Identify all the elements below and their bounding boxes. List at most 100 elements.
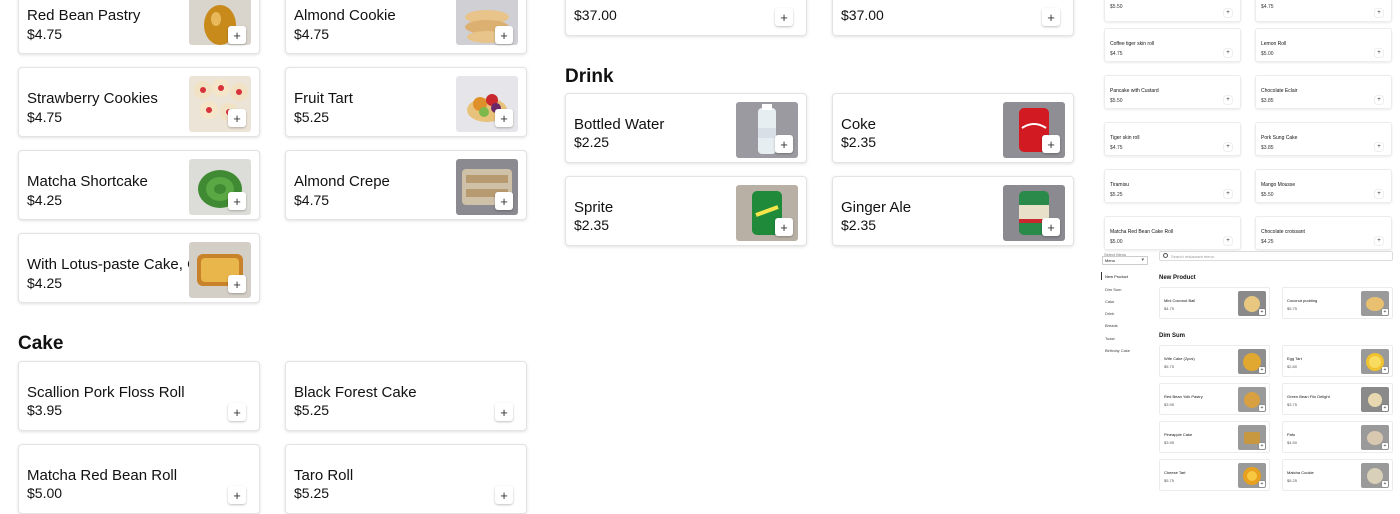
menu-item-card[interactable]: Strawberry Cookies $4.75 + <box>18 67 260 137</box>
tiny-menu-item[interactable]: Mini Coconut Ball $4.75 + <box>1159 287 1270 319</box>
item-name: Coke <box>841 116 877 133</box>
add-to-cart-button[interactable]: + <box>1224 190 1232 198</box>
menu-item-card[interactable]: With Lotus-paste Cake, Cake $4.25 + <box>18 233 260 303</box>
mini-menu-item[interactable]: Pork Sung Cake $3.85 + <box>1255 122 1392 156</box>
add-to-cart-button[interactable]: + <box>775 135 793 153</box>
add-to-cart-button[interactable]: + <box>1224 49 1232 57</box>
add-to-cart-button[interactable]: + <box>1259 481 1265 487</box>
menu-item-card[interactable]: $37.00 + <box>565 0 807 36</box>
nav-item-toast[interactable]: Toast <box>1105 336 1115 341</box>
menu-item-card[interactable]: Almond Crepe $4.75 + <box>285 150 527 220</box>
menu-item-card[interactable]: Taro Roll $5.25 + <box>285 444 527 514</box>
add-to-cart-button[interactable]: + <box>1382 309 1388 315</box>
item-name: Coffee tiger skin roll <box>1110 41 1155 47</box>
tiny-menu-item[interactable]: Pafu $4.50 + <box>1282 421 1393 453</box>
section-title-new-product: New Product <box>1159 275 1196 281</box>
add-to-cart-button[interactable]: + <box>495 486 513 504</box>
mini-menu-item[interactable]: Coffee tiger skin roll $4.75 + <box>1104 28 1241 62</box>
menu-item-card[interactable]: Black Forest Cake $5.25 + <box>285 361 527 431</box>
menu-item-card[interactable]: Matcha Shortcake $4.25 + <box>18 150 260 220</box>
item-price: $3.95 <box>1164 440 1175 445</box>
item-price: $5.25 <box>1287 478 1298 483</box>
add-to-cart-button[interactable]: + <box>1375 96 1383 104</box>
add-to-cart-button[interactable]: + <box>228 403 246 421</box>
add-to-cart-button[interactable]: + <box>228 109 246 127</box>
add-to-cart-button[interactable]: + <box>1382 481 1388 487</box>
add-to-cart-button[interactable]: + <box>495 403 513 421</box>
tiny-menu-item[interactable]: Pineapple Cake $3.95 + <box>1159 421 1270 453</box>
mini-menu-item[interactable]: Pancake with Custard $5.50 + <box>1104 75 1241 109</box>
mini-menu-item[interactable]: Matcha Red Bean Cake Roll $5.00 + <box>1104 216 1241 250</box>
add-to-cart-button[interactable]: + <box>1375 237 1383 245</box>
item-price: $37.00 <box>841 7 884 23</box>
add-to-cart-button[interactable]: + <box>775 8 793 26</box>
add-to-cart-button[interactable]: + <box>1375 190 1383 198</box>
add-to-cart-button[interactable]: + <box>1382 443 1388 449</box>
menu-item-card[interactable]: Matcha Red Bean Roll $5.00 + <box>18 444 260 514</box>
add-to-cart-button[interactable]: + <box>228 486 246 504</box>
mini-menu-item[interactable]: Chocolate Eclair $3.85 + <box>1255 75 1392 109</box>
menu-select[interactable]: Menu ▾ <box>1102 256 1148 265</box>
mini-menu-item[interactable]: $4.75 + <box>1255 0 1392 22</box>
mini-menu-item[interactable]: Chocolate croissant $4.25 + <box>1255 216 1392 250</box>
tiny-menu-item[interactable]: Green Bean Filo Delight $3.75 + <box>1282 383 1393 415</box>
nav-item-drink[interactable]: Drink <box>1105 311 1114 316</box>
mini-menu-item[interactable]: $5.50 + <box>1104 0 1241 22</box>
add-to-cart-button[interactable]: + <box>228 192 246 210</box>
menu-item-card[interactable]: Ginger Ale $2.35 + <box>832 176 1074 246</box>
menu-item-card[interactable]: Fruit Tart $5.25 + <box>285 67 527 137</box>
add-to-cart-button[interactable]: + <box>1224 237 1232 245</box>
add-to-cart-button[interactable]: + <box>1382 405 1388 411</box>
add-to-cart-button[interactable]: + <box>1259 309 1265 315</box>
menu-item-card[interactable]: $37.00 + <box>832 0 1074 36</box>
mini-menu-item[interactable]: Tiramisu $5.25 + <box>1104 169 1241 203</box>
tiny-menu-item[interactable]: Wife Cake (2pcs) $5.75 + <box>1159 345 1270 377</box>
add-to-cart-button[interactable]: + <box>1375 143 1383 151</box>
menu-item-card[interactable]: Sprite $2.35 + <box>565 176 807 246</box>
mini-menu-item[interactable]: Tiger skin roll $4.75 + <box>1104 122 1241 156</box>
add-to-cart-button[interactable]: + <box>1259 367 1265 373</box>
item-name: Coconut pudding <box>1287 298 1318 303</box>
item-price: $4.75 <box>1110 51 1123 57</box>
nav-item-birthday-cake[interactable]: Birthday Cake <box>1105 348 1130 353</box>
item-name: Almond Cookie <box>294 7 396 24</box>
item-price: $5.50 <box>1261 192 1274 198</box>
add-to-cart-button[interactable]: + <box>775 218 793 236</box>
tiny-menu-item[interactable]: Matcha Cookie $5.25 + <box>1282 459 1393 491</box>
add-to-cart-button[interactable]: + <box>1375 9 1383 17</box>
add-to-cart-button[interactable]: + <box>1224 9 1232 17</box>
menu-item-card[interactable]: Red Bean Pastry $4.75 + <box>18 0 260 54</box>
add-to-cart-button[interactable]: + <box>1259 405 1265 411</box>
add-to-cart-button[interactable]: + <box>495 192 513 210</box>
menu-item-card[interactable]: Coke $2.35 + <box>832 93 1074 163</box>
item-price: $4.75 <box>27 109 63 125</box>
add-to-cart-button[interactable]: + <box>228 275 246 293</box>
add-to-cart-button[interactable]: + <box>1259 443 1265 449</box>
add-to-cart-button[interactable]: + <box>228 26 246 44</box>
add-to-cart-button[interactable]: + <box>1382 367 1388 373</box>
add-to-cart-button[interactable]: + <box>1224 96 1232 104</box>
menu-item-card[interactable]: Scallion Pork Floss Roll $3.95 + <box>18 361 260 431</box>
tiny-menu-item[interactable]: Cheese Tart $5.75 + <box>1159 459 1270 491</box>
tiny-menu-item[interactable]: Coconut pudding $5.75 + <box>1282 287 1393 319</box>
nav-item-cake[interactable]: Cake <box>1105 299 1114 304</box>
item-name: Egg Tart <box>1287 356 1302 361</box>
nav-item-dim-sum[interactable]: Dim Sum <box>1105 287 1121 292</box>
menu-item-card[interactable]: Bottled Water $2.25 + <box>565 93 807 163</box>
add-to-cart-button[interactable]: + <box>1042 218 1060 236</box>
add-to-cart-button[interactable]: + <box>1042 8 1060 26</box>
item-price: $37.00 <box>574 7 617 23</box>
mini-menu-item[interactable]: Mango Mousse $5.50 + <box>1255 169 1392 203</box>
add-to-cart-button[interactable]: + <box>495 109 513 127</box>
add-to-cart-button[interactable]: + <box>1375 49 1383 57</box>
menu-item-card[interactable]: Almond Cookie $4.75 + <box>285 0 527 54</box>
nav-item-breads[interactable]: Breads <box>1105 323 1118 328</box>
tiny-menu-item[interactable]: Egg Tart $2.80 + <box>1282 345 1393 377</box>
mini-menu-item[interactable]: Lemon Roll $5.00 + <box>1255 28 1392 62</box>
tiny-menu-item[interactable]: Red Bean Yolk Pastry $3.95 + <box>1159 383 1270 415</box>
add-to-cart-button[interactable]: + <box>1042 135 1060 153</box>
add-to-cart-button[interactable]: + <box>495 26 513 44</box>
search-bar[interactable]: Search restaurant menu <box>1159 251 1393 261</box>
add-to-cart-button[interactable]: + <box>1224 143 1232 151</box>
nav-item-new-product[interactable]: New Product <box>1105 274 1128 279</box>
